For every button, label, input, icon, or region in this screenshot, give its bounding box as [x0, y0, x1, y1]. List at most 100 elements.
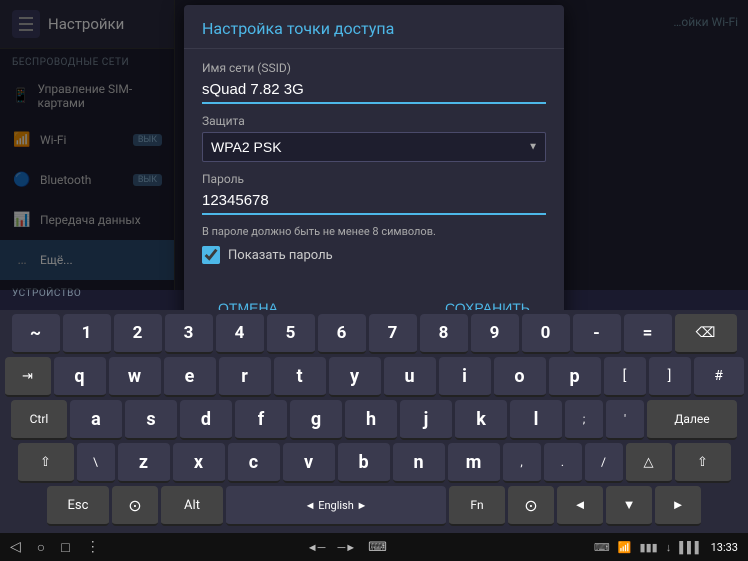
key-right[interactable]: ►	[655, 486, 701, 526]
keyboard-row-2: ⇥ q w e r t y u i o p [ ] #	[2, 357, 746, 397]
key-esc[interactable]: Esc	[47, 486, 109, 526]
volume-down-button[interactable]: ◄─	[307, 541, 326, 554]
keyboard: ~ 1 2 3 4 5 6 7 8 9 0 - = ⌫ ⇥ q w e r t …	[0, 310, 748, 533]
key-e[interactable]: e	[164, 357, 216, 397]
key-x[interactable]: x	[173, 443, 225, 483]
key-left[interactable]: ◄	[557, 486, 603, 526]
security-select-wrapper: WPA2 PSK WPA PSK Open ▼	[202, 132, 546, 162]
recent-apps-button[interactable]: □	[61, 539, 69, 556]
key-a[interactable]: a	[70, 400, 122, 440]
key-w[interactable]: w	[109, 357, 161, 397]
key-s[interactable]: s	[125, 400, 177, 440]
key-9[interactable]: 9	[471, 314, 519, 354]
volume-up-button[interactable]: ─►	[337, 541, 356, 554]
key-settings[interactable]: ⊙	[112, 486, 158, 526]
key-4[interactable]: 4	[216, 314, 264, 354]
key-7[interactable]: 7	[369, 314, 417, 354]
key-q[interactable]: q	[54, 357, 106, 397]
key-c[interactable]: c	[228, 443, 280, 483]
key-shift-left[interactable]: ⇧	[18, 443, 74, 483]
back-button[interactable]: ◁	[10, 539, 21, 555]
key-comma[interactable]: ,	[503, 443, 541, 483]
show-password-checkbox[interactable]	[202, 246, 220, 264]
key-slash[interactable]: /	[585, 443, 623, 483]
key-h[interactable]: h	[345, 400, 397, 440]
key-enter[interactable]: Далее	[647, 400, 737, 440]
key-y[interactable]: y	[329, 357, 381, 397]
key-l[interactable]: l	[510, 400, 562, 440]
key-up[interactable]: △	[626, 443, 672, 483]
key-shift-right[interactable]: ⇧	[675, 443, 731, 483]
password-hint: В пароле должно быть не менее 8 символов…	[202, 225, 546, 238]
key-p[interactable]: p	[549, 357, 601, 397]
key-equals[interactable]: =	[624, 314, 672, 354]
key-m[interactable]: m	[448, 443, 500, 483]
key-j[interactable]: j	[400, 400, 452, 440]
key-1[interactable]: 1	[63, 314, 111, 354]
key-2[interactable]: 2	[114, 314, 162, 354]
download-icon: ↓	[666, 541, 672, 554]
key-tab[interactable]: ⇥	[5, 357, 51, 397]
key-8[interactable]: 8	[420, 314, 468, 354]
wifi-status-icon: 📶	[618, 541, 632, 554]
key-n[interactable]: n	[393, 443, 445, 483]
key-v[interactable]: v	[283, 443, 335, 483]
ssid-label: Имя сети (SSID)	[202, 61, 546, 75]
key-circle[interactable]: ⊙	[508, 486, 554, 526]
ssid-input[interactable]	[202, 79, 546, 104]
key-tilde[interactable]: ~	[12, 314, 60, 354]
key-alt[interactable]: Alt	[161, 486, 223, 526]
password-input[interactable]	[202, 190, 546, 215]
nav-center: ◄─ ─► ⌨	[307, 540, 387, 555]
key-left-bracket[interactable]: [	[604, 357, 646, 397]
key-backspace[interactable]: ⌫	[675, 314, 737, 354]
security-label: Защита	[202, 114, 546, 128]
show-password-label: Показать пароль	[228, 248, 333, 263]
key-g[interactable]: g	[290, 400, 342, 440]
battery-icon: ▮▮▮	[640, 541, 658, 554]
key-b[interactable]: b	[338, 443, 390, 483]
keyboard-toggle[interactable]: ⌨	[368, 540, 387, 555]
menu-button[interactable]: ⋮	[86, 539, 100, 555]
key-minus[interactable]: -	[573, 314, 621, 354]
key-u[interactable]: u	[384, 357, 436, 397]
keyboard-row-5: Esc ⊙ Alt ◄ English ► Fn ⊙ ◄ ▼ ►	[2, 486, 746, 526]
nav-left: ◁ ○ □ ⋮	[10, 539, 100, 556]
key-i[interactable]: i	[439, 357, 491, 397]
key-d[interactable]: d	[180, 400, 232, 440]
dialog-overlay: Настройка точки доступа Имя сети (SSID) …	[0, 0, 748, 290]
key-f[interactable]: f	[235, 400, 287, 440]
key-hash[interactable]: #	[694, 357, 744, 397]
key-period[interactable]: .	[544, 443, 582, 483]
keyboard-row-3: Ctrl a s d f g h j k l ; ' Далее	[2, 400, 746, 440]
signal-bars: ▌▌▌	[679, 541, 702, 554]
key-fn[interactable]: Fn	[449, 486, 505, 526]
dialog-body: Имя сети (SSID) Защита WPA2 PSK WPA PSK …	[184, 49, 564, 286]
keyboard-status-icon: ⌨	[594, 541, 610, 554]
nav-right: ⌨ 📶 ▮▮▮ ↓ ▌▌▌ 13:33	[594, 541, 738, 554]
key-quote[interactable]: '	[606, 400, 644, 440]
key-0[interactable]: 0	[522, 314, 570, 354]
key-ctrl[interactable]: Ctrl	[11, 400, 67, 440]
key-space-english[interactable]: ◄ English ►	[226, 486, 446, 526]
key-5[interactable]: 5	[267, 314, 315, 354]
key-semicolon[interactable]: ;	[565, 400, 603, 440]
password-label: Пароль	[202, 172, 546, 186]
key-o[interactable]: o	[494, 357, 546, 397]
dialog-title: Настройка точки доступа	[184, 5, 564, 49]
key-backslash[interactable]: \	[77, 443, 115, 483]
keyboard-row-4: ⇧ \ z x c v b n m , . / △ ⇧	[2, 443, 746, 483]
clock: 13:33	[711, 541, 738, 554]
key-t[interactable]: t	[274, 357, 326, 397]
key-k[interactable]: k	[455, 400, 507, 440]
security-select[interactable]: WPA2 PSK WPA PSK Open	[202, 132, 546, 162]
key-6[interactable]: 6	[318, 314, 366, 354]
key-down[interactable]: ▼	[606, 486, 652, 526]
key-3[interactable]: 3	[165, 314, 213, 354]
key-right-bracket[interactable]: ]	[649, 357, 691, 397]
navigation-bar: ◁ ○ □ ⋮ ◄─ ─► ⌨ ⌨ 📶 ▮▮▮ ↓ ▌▌▌ 13:33	[0, 533, 748, 561]
show-password-row: Показать пароль	[202, 246, 546, 264]
key-r[interactable]: r	[219, 357, 271, 397]
key-z[interactable]: z	[118, 443, 170, 483]
home-button[interactable]: ○	[37, 539, 45, 556]
